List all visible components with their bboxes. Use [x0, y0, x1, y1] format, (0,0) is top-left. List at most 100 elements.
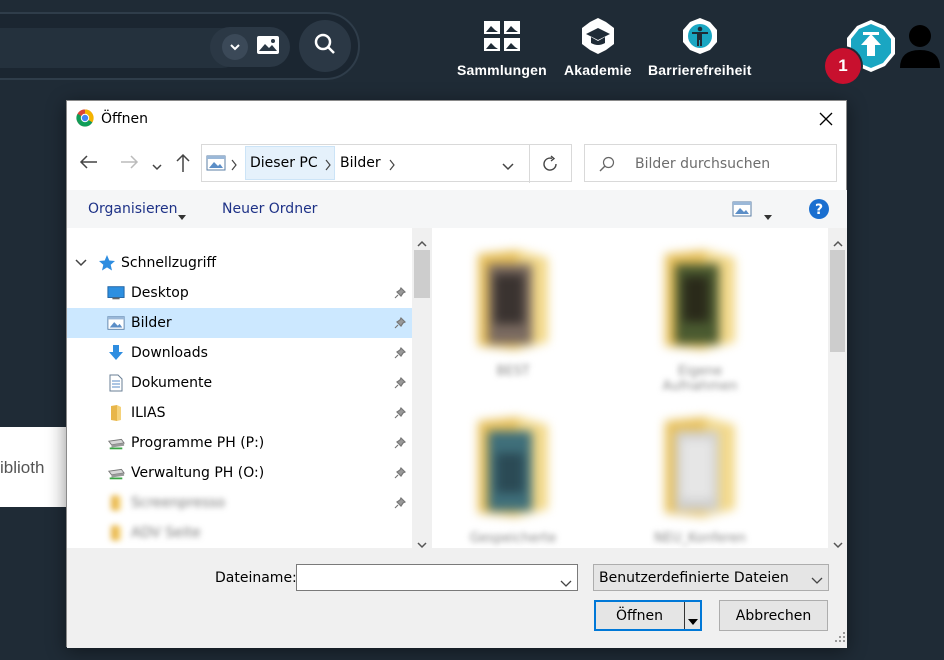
forward-arrow-icon[interactable] [119, 153, 139, 175]
tree-item-admin-drive[interactable]: Verwaltung PH (O:) [67, 458, 412, 488]
help-icon[interactable]: ? [808, 198, 830, 224]
up-arrow-icon[interactable] [175, 153, 191, 177]
folder-name: Gespeicherte [469, 531, 557, 546]
cancel-button-label: Abbrechen [735, 608, 812, 624]
search-placeholder: Bilder durchsuchen [635, 156, 771, 172]
nav-pane-scrollbar[interactable] [412, 228, 432, 549]
photo-folder-icon [478, 250, 548, 350]
tree-item-ilias[interactable]: ILIAS [67, 398, 412, 428]
pin-icon[interactable] [394, 316, 407, 333]
tree-item-label: Verwaltung PH (O:) [131, 465, 265, 481]
tree-item-label: Dokumente [131, 375, 213, 391]
image-icon [256, 35, 280, 60]
close-icon[interactable] [814, 107, 838, 131]
pin-icon[interactable] [394, 466, 407, 483]
new-folder-button[interactable]: Neuer Ordner [222, 201, 317, 217]
filename-field[interactable] [296, 564, 578, 591]
chevron-down-icon[interactable] [75, 256, 87, 272]
tree-item-pictures[interactable]: Bilder [67, 308, 412, 338]
address-history-chevron-icon[interactable] [501, 157, 515, 176]
folder-search-box[interactable]: Bilder durchsuchen [584, 144, 837, 182]
breadcrumb-separator-icon[interactable] [388, 156, 396, 175]
caret-down-icon[interactable] [178, 206, 186, 225]
dialog-titlebar[interactable]: Öffnen [67, 101, 846, 137]
pin-icon[interactable] [394, 436, 407, 453]
documents-icon [107, 374, 125, 392]
tree-item-label: Downloads [131, 345, 208, 361]
quick-access-label: Schnellzugriff [121, 255, 217, 271]
file-list-pane[interactable]: BEST Eigene Aufnahmen Gespeicherte NEU_K… [433, 228, 828, 548]
image-search-toggle[interactable] [210, 27, 290, 67]
folder-name: BEST [496, 364, 530, 379]
caret-down-icon[interactable] [688, 611, 698, 630]
user-avatar-button[interactable] [896, 22, 944, 70]
view-options-icon[interactable] [732, 201, 752, 221]
tree-item-blurred-folder[interactable]: Screenpresso [67, 488, 412, 518]
star-icon [98, 254, 116, 272]
chevron-down-icon[interactable] [222, 34, 248, 60]
pictures-icon [107, 314, 125, 332]
folder-tile[interactable]: Gespeicherte [458, 413, 568, 548]
photo-folder-icon [478, 417, 548, 517]
breadcrumb-pictures[interactable]: Bilder [340, 155, 381, 171]
tree-item-programs-drive[interactable]: Programme PH (P:) [67, 428, 412, 458]
folder-name: NEU_Konferen [654, 531, 746, 546]
pin-icon[interactable] [394, 406, 407, 423]
dialog-toolbar: Organisieren Neuer Ordner ? [67, 190, 847, 228]
tree-item-label: ADV Seite [131, 525, 201, 541]
tree-item-quick-access[interactable]: Schnellzugriff [67, 248, 412, 278]
folder-tile[interactable]: NEU_Konferen [645, 413, 755, 548]
nav-academy-label: Akademie [564, 62, 632, 78]
navigation-pane[interactable]: Schnellzugriff Desktop Bilder Downloads [67, 228, 432, 548]
back-arrow-icon[interactable] [79, 153, 99, 175]
file-pane-scrollbar[interactable] [828, 228, 847, 549]
folder-tile[interactable]: BEST [458, 246, 568, 396]
breadcrumb-this-pc[interactable]: Dieser PC [250, 155, 318, 171]
notification-badge: 1 [825, 48, 861, 84]
scrollbar-thumb[interactable] [414, 250, 430, 298]
chevron-down-icon[interactable] [811, 573, 823, 589]
filetype-select[interactable]: Benutzerdefinierte Dateien [593, 564, 829, 591]
search-button[interactable] [299, 20, 351, 72]
chevron-down-icon[interactable] [560, 573, 572, 592]
pin-icon[interactable] [394, 496, 407, 513]
photo-folder-icon [665, 417, 735, 517]
recent-locations-chevron-icon[interactable] [151, 157, 163, 176]
nav-collections[interactable]: Sammlungen [457, 16, 547, 78]
tree-item-desktop[interactable]: Desktop [67, 278, 412, 308]
nav-collections-label: Sammlungen [457, 62, 547, 78]
tree-item-blurred-folder[interactable]: ADV Seite [67, 518, 412, 548]
dialog-footer: Dateiname: Benutzerdefinierte Dateien Öf… [67, 548, 847, 648]
filetype-value: Benutzerdefinierte Dateien [599, 570, 789, 586]
tree-item-label: ILIAS [131, 405, 166, 421]
refresh-button[interactable] [529, 145, 569, 183]
resize-grip-icon[interactable] [835, 627, 845, 646]
open-button[interactable]: Öffnen [594, 600, 702, 631]
tree-item-downloads[interactable]: Downloads [67, 338, 412, 368]
organize-menu[interactable]: Organisieren [88, 201, 178, 217]
cancel-button[interactable]: Abbrechen [719, 600, 828, 631]
search-input[interactable] [0, 28, 242, 68]
pin-icon[interactable] [394, 286, 407, 303]
caret-down-icon[interactable] [764, 206, 772, 225]
nav-accessibility[interactable]: Barrierefreiheit [648, 16, 752, 78]
nav-academy[interactable]: Akademie [564, 16, 632, 78]
tree-item-documents[interactable]: Dokumente [67, 368, 412, 398]
pin-icon[interactable] [394, 346, 407, 363]
scrollbar-thumb[interactable] [830, 250, 845, 352]
breadcrumb-separator-icon[interactable] [230, 156, 238, 175]
folder-name: Eigene Aufnahmen [662, 364, 738, 394]
pin-icon[interactable] [394, 376, 407, 393]
breadcrumb-separator-icon[interactable] [324, 156, 332, 175]
tree-item-label: Bilder [131, 315, 172, 331]
navigation-row: Dieser PC Bilder Bilder durchsuchen [67, 144, 846, 183]
folder-icon [107, 494, 125, 512]
tree-item-label: Programme PH (P:) [131, 435, 265, 451]
folder-tile[interactable]: Eigene Aufnahmen [645, 246, 755, 396]
filename-input[interactable] [297, 565, 547, 590]
network-drive-icon [107, 434, 125, 452]
address-bar[interactable]: Dieser PC Bilder [201, 144, 572, 183]
side-card[interactable]: iblioth [0, 427, 70, 507]
download-icon [107, 344, 125, 362]
folder-icon [107, 404, 125, 422]
